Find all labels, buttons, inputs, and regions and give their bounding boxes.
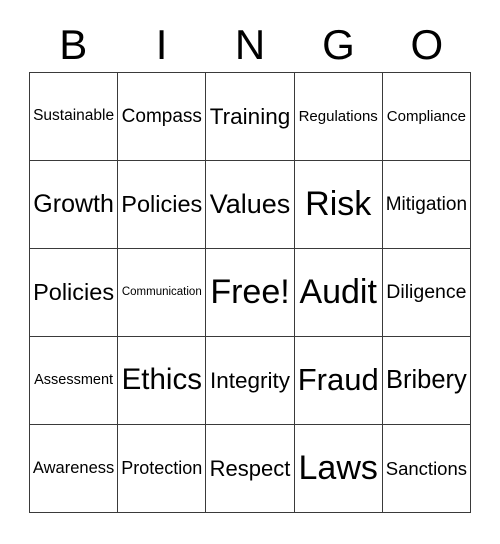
bingo-cell[interactable]: Values [206,161,295,249]
bingo-cell[interactable]: Risk [294,161,383,249]
bingo-cell[interactable]: Protection [118,425,207,513]
bingo-cell-label: Ethics [121,363,202,397]
bingo-cell[interactable]: Sanctions [382,425,471,513]
bingo-cell[interactable]: Fraud [294,337,383,425]
bingo-cell-label: Growth [33,190,114,219]
bingo-cell[interactable]: Sustainable [30,73,119,161]
bingo-cell-label: Sanctions [385,457,468,479]
bingo-cell[interactable]: Training [206,73,295,161]
bingo-card: B I N G O Sustainable Compass Training R… [0,0,500,544]
bingo-cell-label: Communication [121,286,202,299]
bingo-cell[interactable]: Audit [294,249,383,337]
bingo-cell-label: Integrity [209,367,291,393]
bingo-cell-label: Compass [121,105,202,127]
bingo-cell-label: Bribery [386,366,467,395]
bingo-cell-label: Sustainable [33,107,115,125]
bingo-cell[interactable]: Compass [118,73,207,161]
bingo-cell-label: Diligence [386,281,467,304]
bingo-cell[interactable]: Policies [118,161,207,249]
bingo-cell[interactable]: Compliance [382,73,471,161]
bingo-cell-label: Compliance [386,107,466,125]
bingo-cell[interactable]: Diligence [382,249,471,337]
bingo-cell-free[interactable]: Free! [206,249,295,337]
bingo-grid: Sustainable Compass Training Regulations… [29,72,471,513]
bingo-cell-label: Protection [121,458,203,479]
bingo-cell[interactable]: Awareness [30,425,119,513]
bingo-cell-label: Policies [33,279,115,306]
header-letter-o: O [410,21,444,68]
bingo-cell[interactable]: Respect [206,425,295,513]
bingo-cell-label: Assessment [34,371,114,388]
bingo-cell-label: Values [209,189,291,220]
bingo-cell-label: Mitigation [385,193,468,215]
bingo-cell-label: Risk [305,184,372,223]
bingo-cell-label: Audit [299,272,377,311]
bingo-cell-label: Training [209,103,291,129]
bingo-cell[interactable]: Policies [30,249,119,337]
bingo-cell-label: Fraud [297,362,379,398]
bingo-cell-label: Respect [209,455,291,481]
bingo-cell[interactable]: Laws [294,425,383,513]
bingo-cell[interactable]: Bribery [382,337,471,425]
header-letter-g: G [322,21,355,68]
header-letter-i: I [155,21,168,68]
bingo-cell-label: Awareness [32,458,115,477]
header-letter-n: N [234,21,266,68]
bingo-cell-label: Policies [121,191,203,218]
bingo-header-row: B I N G O [29,18,471,72]
bingo-cell[interactable]: Ethics [118,337,207,425]
bingo-cell[interactable]: Communication [118,249,207,337]
bingo-cell-label: Free! [210,272,290,311]
bingo-cell-label: Laws [298,448,378,487]
bingo-cell[interactable]: Integrity [206,337,295,425]
header-letter-b: B [59,21,88,68]
bingo-cell[interactable]: Assessment [30,337,119,425]
bingo-cell-label: Regulations [298,107,378,125]
bingo-cell[interactable]: Mitigation [382,161,471,249]
bingo-cell[interactable]: Regulations [294,73,383,161]
bingo-cell[interactable]: Growth [30,161,119,249]
